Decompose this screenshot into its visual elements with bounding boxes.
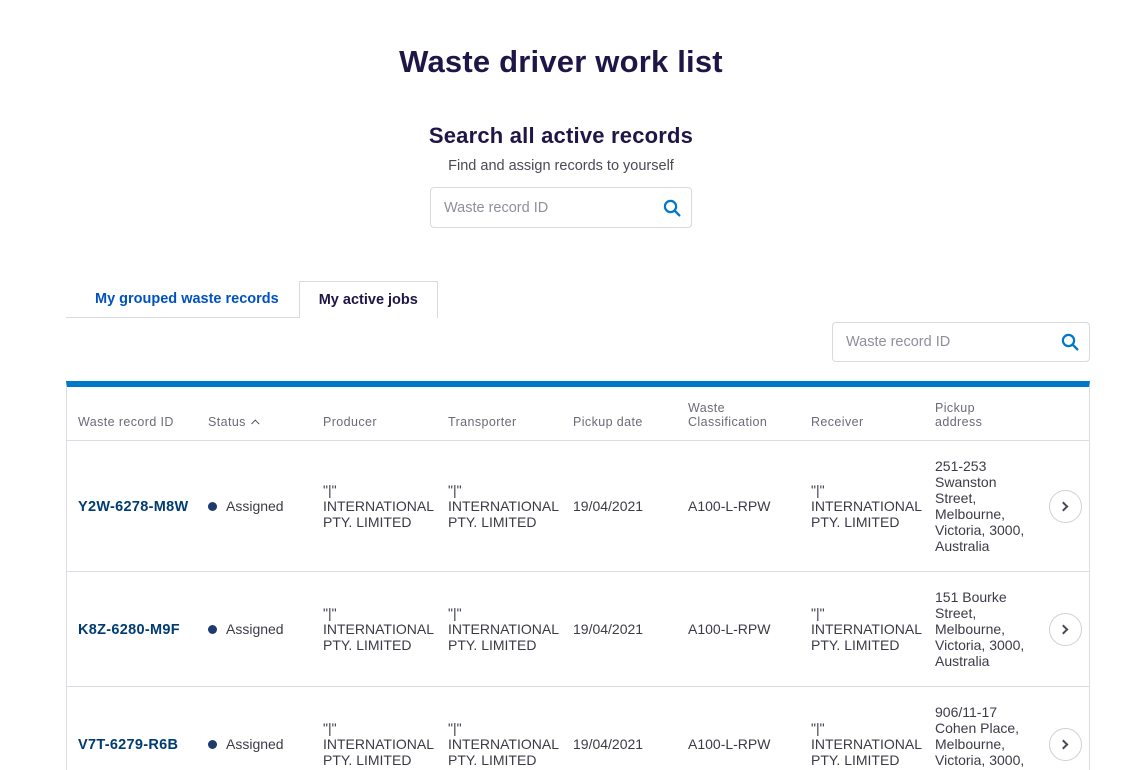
producer-cell: "|" INTERNATIONAL PTY. LIMITED	[323, 720, 448, 768]
global-search-button[interactable]	[658, 194, 686, 222]
waste-classification-cell: A100-L-RPW	[688, 621, 811, 637]
column-header-waste-record-id[interactable]: Waste record ID	[78, 415, 208, 429]
waste-record-id-cell: V7T-6279-R6B	[78, 736, 208, 753]
pickup-address-cell: 906/11-17 Cohen Place, Melbourne, Victor…	[935, 704, 1041, 770]
chevron-right-icon	[1059, 739, 1069, 749]
transporter-cell: "|" INTERNATIONAL PTY. LIMITED	[448, 482, 573, 530]
table-body: Y2W-6278-M8W Assigned "|" INTERNATIONAL …	[67, 441, 1089, 770]
sort-ascending-icon	[251, 419, 259, 427]
panel-search-row	[66, 322, 1090, 362]
status-dot-icon	[208, 502, 217, 511]
row-actions-cell	[1041, 490, 1089, 523]
open-record-button[interactable]	[1049, 728, 1082, 761]
row-actions-cell	[1041, 613, 1089, 646]
table-row: V7T-6279-R6B Assigned "|" INTERNATIONAL …	[67, 687, 1089, 770]
pickup-date-cell: 19/04/2021	[573, 498, 688, 514]
chevron-right-icon	[1059, 501, 1069, 511]
waste-records-table: Waste record ID Status Producer Transpor…	[66, 381, 1090, 770]
search-icon	[1060, 332, 1080, 352]
pickup-address-cell: 251-253 Swanston Street, Melbourne, Vict…	[935, 458, 1041, 554]
receiver-cell: "|" INTERNATIONAL PTY. LIMITED	[811, 720, 935, 768]
waste-record-id-cell: Y2W-6278-M8W	[78, 498, 208, 515]
table-row: Y2W-6278-M8W Assigned "|" INTERNATIONAL …	[67, 441, 1089, 572]
open-record-button[interactable]	[1049, 613, 1082, 646]
waste-classification-cell: A100-L-RPW	[688, 736, 811, 752]
tab-bar-lead	[66, 281, 81, 318]
page-header: Waste driver work list Search all active…	[0, 0, 1122, 228]
search-section-subheading: Find and assign records to yourself	[0, 158, 1122, 174]
tab-bar: My grouped waste records My active jobs	[66, 281, 1090, 318]
search-icon	[662, 198, 682, 218]
panel-search	[832, 322, 1090, 362]
column-header-pickup-date[interactable]: Pickup date	[573, 415, 688, 429]
page-title: Waste driver work list	[0, 44, 1122, 80]
pickup-address-cell: 151 Bourke Street, Melbourne, Victoria, …	[935, 589, 1041, 669]
waste-record-id-link[interactable]: Y2W-6278-M8W	[78, 499, 188, 515]
status-label: Assigned	[226, 498, 284, 514]
status-cell: Assigned	[208, 498, 323, 514]
status-dot-icon	[208, 740, 217, 749]
search-section-heading: Search all active records	[0, 123, 1122, 149]
panel-search-button[interactable]	[1056, 328, 1084, 356]
waste-record-id-link[interactable]: V7T-6279-R6B	[78, 737, 178, 753]
tab-my-active-jobs[interactable]: My active jobs	[299, 281, 438, 318]
column-header-waste-classification[interactable]: Waste Classification	[688, 401, 811, 429]
pickup-date-cell: 19/04/2021	[573, 621, 688, 637]
column-header-producer[interactable]: Producer	[323, 415, 448, 429]
waste-record-id-link[interactable]: K8Z-6280-M9F	[78, 622, 180, 638]
global-search	[430, 187, 692, 228]
receiver-cell: "|" INTERNATIONAL PTY. LIMITED	[811, 605, 935, 653]
column-header-pickup-address[interactable]: Pickup address	[935, 401, 1041, 429]
pickup-date-cell: 19/04/2021	[573, 736, 688, 752]
column-header-status-label: Status	[208, 415, 246, 429]
transporter-cell: "|" INTERNATIONAL PTY. LIMITED	[448, 720, 573, 768]
status-cell: Assigned	[208, 736, 323, 752]
producer-cell: "|" INTERNATIONAL PTY. LIMITED	[323, 482, 448, 530]
tab-my-grouped-waste-records[interactable]: My grouped waste records	[81, 281, 299, 318]
waste-classification-cell: A100-L-RPW	[688, 498, 811, 514]
receiver-cell: "|" INTERNATIONAL PTY. LIMITED	[811, 482, 935, 530]
table-row: K8Z-6280-M9F Assigned "|" INTERNATIONAL …	[67, 572, 1089, 687]
table-header-row: Waste record ID Status Producer Transpor…	[67, 387, 1089, 441]
transporter-cell: "|" INTERNATIONAL PTY. LIMITED	[448, 605, 573, 653]
column-header-transporter[interactable]: Transporter	[448, 415, 573, 429]
status-dot-icon	[208, 625, 217, 634]
global-search-input[interactable]	[430, 187, 692, 228]
work-list-panel: My grouped waste records My active jobs …	[66, 281, 1090, 770]
waste-record-id-cell: K8Z-6280-M9F	[78, 621, 208, 638]
panel-search-input[interactable]	[832, 322, 1090, 362]
chevron-right-icon	[1059, 624, 1069, 634]
open-record-button[interactable]	[1049, 490, 1082, 523]
row-actions-cell	[1041, 728, 1089, 761]
column-header-status[interactable]: Status	[208, 415, 323, 429]
column-header-receiver[interactable]: Receiver	[811, 415, 935, 429]
status-label: Assigned	[226, 621, 284, 637]
status-label: Assigned	[226, 736, 284, 752]
producer-cell: "|" INTERNATIONAL PTY. LIMITED	[323, 605, 448, 653]
status-cell: Assigned	[208, 621, 323, 637]
